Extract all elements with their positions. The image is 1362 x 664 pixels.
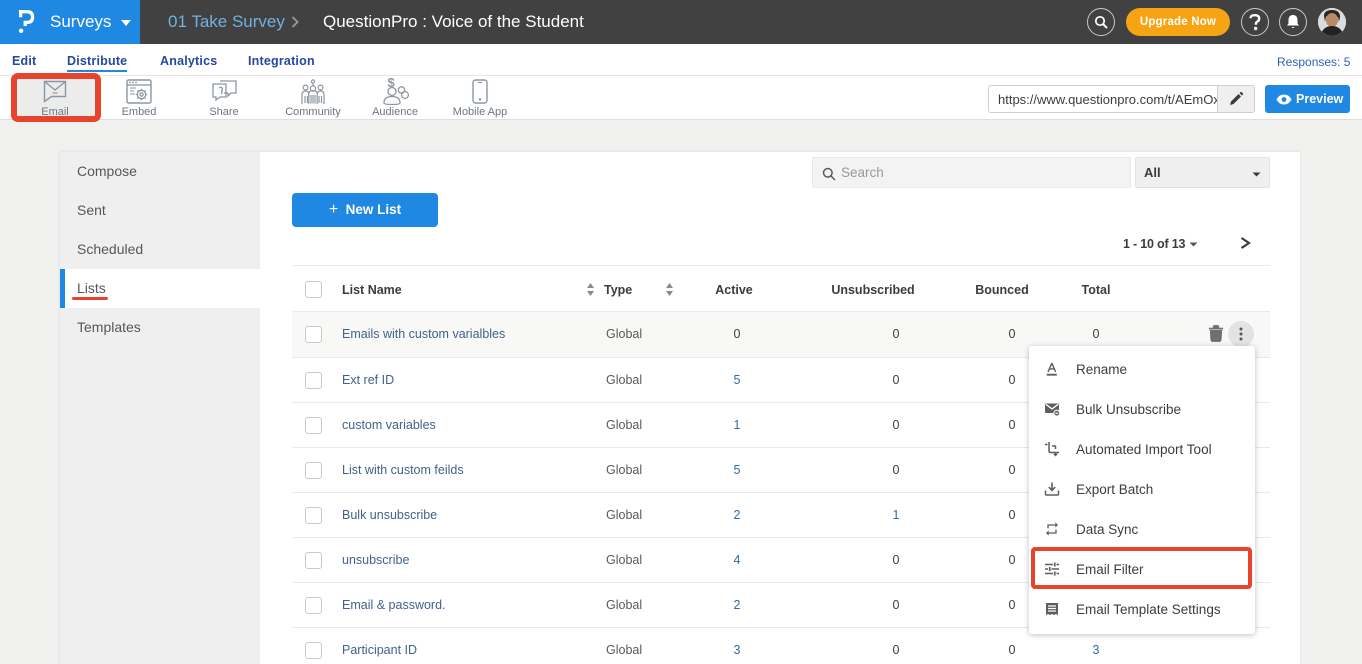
svg-text:$: $ bbox=[388, 78, 396, 90]
